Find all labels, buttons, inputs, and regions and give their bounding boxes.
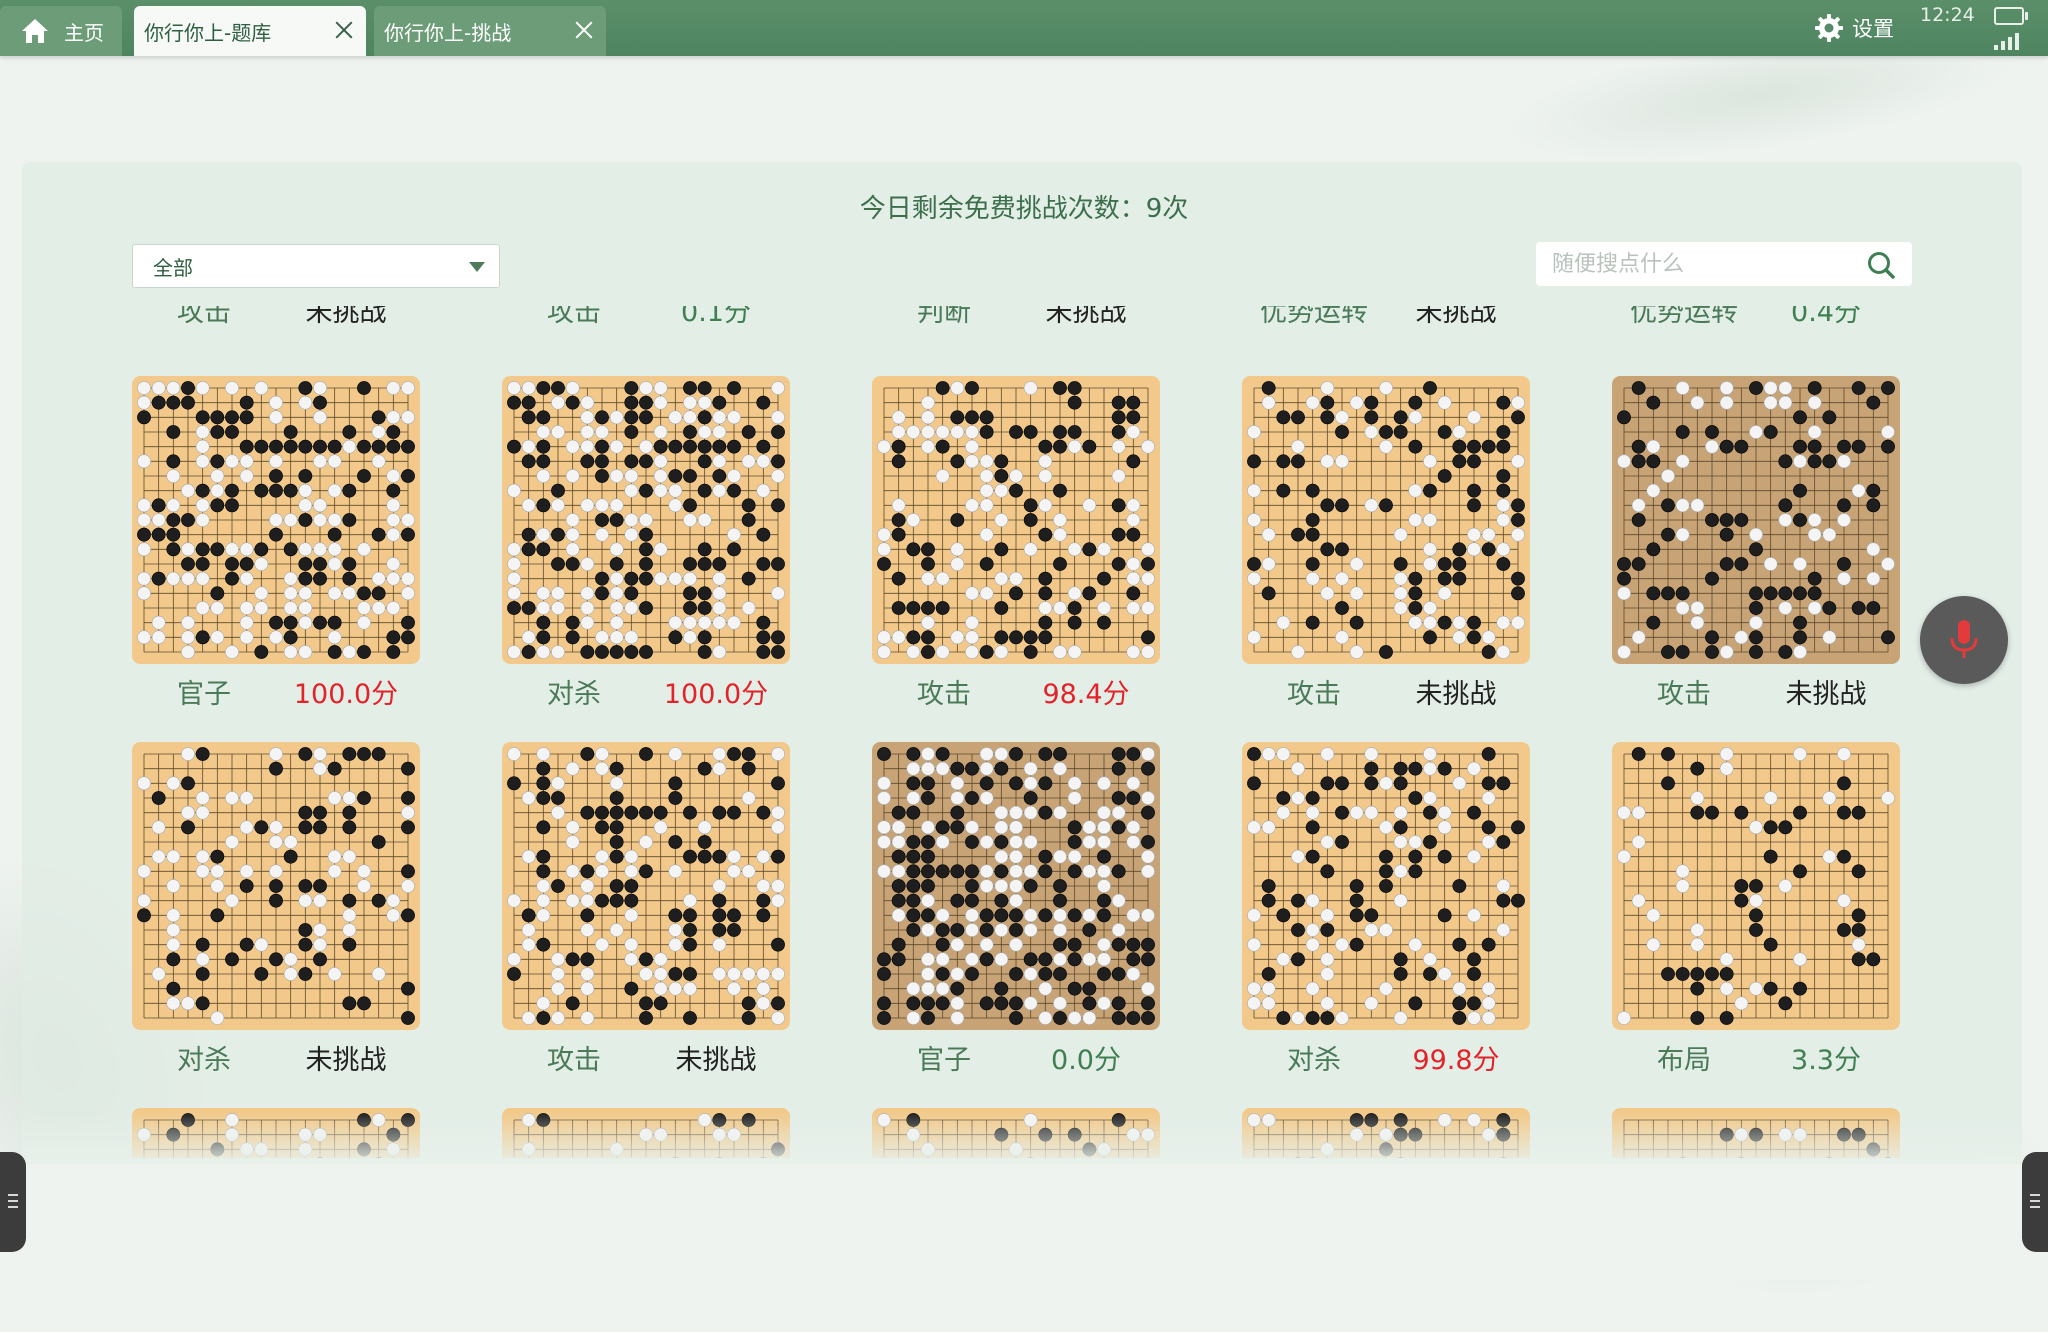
problem-card[interactable]: 对杀 未挑战 — [132, 742, 422, 1076]
search-box[interactable] — [1536, 242, 1912, 286]
problem-category: 对杀 — [547, 679, 601, 710]
problem-result: 未挑战 — [1045, 306, 1127, 328]
free-challenge-quota: 今日剩余免费挑战次数：9次 — [859, 194, 1189, 224]
problem-card[interactable]: 攻击 未挑战 — [502, 742, 792, 1076]
category-filter-value: 全部 — [153, 255, 193, 280]
problem-category: 攻击 — [1657, 679, 1711, 710]
tab-challenge[interactable]: 你行你上-挑战 — [374, 6, 606, 56]
problem-result: 98.4分 — [1042, 679, 1130, 710]
problem-card[interactable]: 官子 100.0分 — [132, 376, 422, 710]
home-icon — [22, 19, 48, 43]
tab-home-label: 主页 — [64, 20, 104, 45]
problem-caption: 对杀 99.8分 — [1242, 1038, 1532, 1076]
go-board-thumbnail[interactable] — [1242, 742, 1530, 1030]
settings-label: 设置 — [1852, 17, 1894, 41]
go-board-thumbnail[interactable] — [1612, 742, 1900, 1030]
problem-result: 未挑战 — [675, 1045, 757, 1076]
title-bar: 主页 你行你上-题库 你行你上-挑战 设置 12:24 — [0, 0, 2048, 56]
problem-caption: 官子 0.0分 — [872, 1038, 1162, 1076]
signal-icon — [1994, 32, 2022, 50]
tab-question-bank-label: 你行你上-题库 — [144, 20, 272, 45]
problem-result: 未挑战 — [1415, 679, 1497, 710]
go-board-thumbnail[interactable] — [132, 376, 420, 664]
problem-category: 攻击 — [547, 306, 601, 328]
problem-card[interactable]: 布局 3.3分 — [1612, 742, 1902, 1076]
problem-result: 0.4分 — [1791, 306, 1861, 328]
problem-caption: 攻击 未挑战 — [1242, 672, 1532, 710]
scroll-fade — [22, 1112, 2022, 1164]
tab-home[interactable]: 主页 — [0, 6, 122, 56]
problem-caption: 官子 100.0分 — [132, 672, 422, 710]
search-icon[interactable] — [1866, 250, 1896, 280]
tab-challenge-label: 你行你上-挑战 — [384, 20, 512, 45]
close-icon[interactable] — [572, 18, 596, 42]
problem-category: 攻击 — [917, 679, 971, 710]
problem-caption: 布局 3.3分 — [1612, 1038, 1902, 1076]
problem-caption: 对杀 100.0分 — [502, 672, 792, 710]
search-input[interactable] — [1550, 250, 1854, 278]
problem-result: 99.8分 — [1412, 1045, 1500, 1076]
problem-result: 100.0分 — [293, 679, 399, 710]
problem-result: 未挑战 — [305, 1045, 387, 1076]
problem-caption-partial: 优势运转 未挑战 — [1242, 306, 1532, 328]
microphone-icon — [1950, 620, 1978, 658]
voice-input-button[interactable] — [1920, 596, 2008, 684]
problem-caption: 攻击 未挑战 — [1612, 672, 1902, 710]
tab-question-bank[interactable]: 你行你上-题库 — [134, 6, 366, 56]
problem-category: 攻击 — [1287, 679, 1341, 710]
gear-icon — [1815, 14, 1843, 42]
problem-category: 攻击 — [547, 1045, 601, 1076]
problem-category: 官子 — [177, 679, 231, 710]
problem-caption-partial: 优势运转 0.4分 — [1612, 306, 1902, 328]
battery-icon — [1994, 7, 2028, 25]
problem-result: 3.3分 — [1791, 1045, 1861, 1076]
problem-result: 100.0分 — [663, 679, 769, 710]
problem-card[interactable]: 攻击 98.4分 — [872, 376, 1162, 710]
problem-caption-partial: 判断 未挑战 — [872, 306, 1162, 328]
dropdown-caret-icon — [469, 262, 485, 272]
go-board-thumbnail[interactable] — [1242, 376, 1530, 664]
status-clock: 12:24 — [1920, 4, 1975, 26]
problem-category: 判断 — [917, 306, 971, 328]
go-board-thumbnail[interactable] — [132, 742, 420, 1030]
problem-category: 优势运转 — [1630, 306, 1738, 328]
problem-caption-partial: 攻击 未挑战 — [132, 306, 422, 328]
partial-row-top: 攻击 未挑战 攻击 0.1分 判断 未挑战 优势运转 未挑战 优势运转 0.4分 — [0, 306, 2048, 342]
problem-card[interactable]: 对杀 100.0分 — [502, 376, 792, 710]
settings-button[interactable]: 设置 — [1814, 10, 1894, 46]
problem-result: 未挑战 — [305, 306, 387, 328]
bottom-area — [0, 1164, 2048, 1280]
problem-card[interactable]: 攻击 未挑战 — [1612, 376, 1902, 710]
problem-category: 攻击 — [177, 306, 231, 328]
problem-result: 0.1分 — [681, 306, 751, 328]
go-board-thumbnail[interactable] — [872, 742, 1160, 1030]
problem-caption: 攻击 未挑战 — [502, 1038, 792, 1076]
problem-category: 官子 — [917, 1045, 971, 1076]
problem-result: 0.0分 — [1051, 1045, 1121, 1076]
problem-card[interactable]: 对杀 99.8分 — [1242, 742, 1532, 1076]
go-board-thumbnail[interactable] — [502, 376, 790, 664]
problem-caption: 攻击 98.4分 — [872, 672, 1162, 710]
problem-category: 对杀 — [177, 1045, 231, 1076]
category-filter-select[interactable]: 全部 — [132, 244, 500, 288]
go-board-thumbnail[interactable] — [1612, 376, 1900, 664]
go-board-thumbnail[interactable] — [502, 742, 790, 1030]
problem-result: 未挑战 — [1415, 306, 1497, 328]
problem-caption-partial: 攻击 0.1分 — [502, 306, 792, 328]
problem-card[interactable]: 攻击 未挑战 — [1242, 376, 1532, 710]
problem-card[interactable]: 官子 0.0分 — [872, 742, 1162, 1076]
problem-category: 布局 — [1657, 1045, 1711, 1076]
problem-category: 优势运转 — [1260, 306, 1368, 328]
problem-category: 对杀 — [1287, 1045, 1341, 1076]
problem-caption: 对杀 未挑战 — [132, 1038, 422, 1076]
close-icon[interactable] — [332, 18, 356, 42]
go-board-thumbnail[interactable] — [872, 376, 1160, 664]
problem-result: 未挑战 — [1785, 679, 1867, 710]
right-drawer-handle[interactable] — [2022, 1152, 2048, 1252]
left-drawer-handle[interactable] — [0, 1152, 26, 1252]
